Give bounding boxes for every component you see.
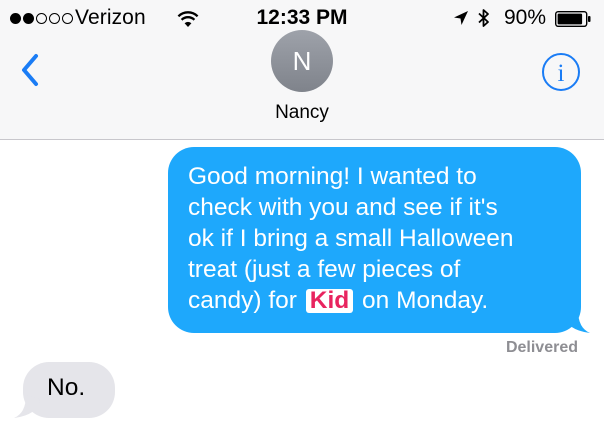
outgoing-message-bubble[interactable]: Good morning! I wanted to check with you… bbox=[168, 147, 590, 333]
message-text: No. bbox=[47, 374, 86, 401]
info-icon[interactable]: i bbox=[541, 52, 581, 92]
message-text: candy) for bbox=[188, 287, 297, 314]
location-arrow-icon bbox=[454, 11, 468, 25]
message-line: ok if I bring a small Halloween bbox=[188, 225, 514, 252]
delivery-status: Delivered bbox=[505, 339, 578, 356]
back-chevron-icon[interactable] bbox=[14, 50, 48, 90]
name-redaction-tag: Kid bbox=[305, 288, 354, 313]
svg-text:i: i bbox=[558, 60, 565, 87]
battery-percentage: 90% bbox=[504, 6, 547, 29]
bubble-tail bbox=[14, 395, 40, 418]
message-text: on Monday. bbox=[362, 287, 489, 314]
incoming-message-bubble[interactable]: No. bbox=[14, 362, 115, 418]
contact-avatar[interactable]: N bbox=[271, 30, 333, 92]
message-line: check with you and see if it's bbox=[188, 194, 498, 221]
battery-icon bbox=[555, 11, 591, 27]
message-line: Good morning! I wanted to bbox=[188, 163, 477, 190]
message-line: candy) for Kid on Monday. bbox=[188, 285, 563, 316]
bluetooth-icon bbox=[478, 9, 489, 27]
battery-fill bbox=[557, 13, 583, 25]
contact-name[interactable]: Nancy bbox=[0, 102, 604, 124]
navigation-header: Verizon 12:33 PM 90% N Nancy i bbox=[0, 0, 604, 140]
message-line: treat (just a few pieces of bbox=[188, 256, 461, 283]
bubble-tail bbox=[564, 310, 590, 333]
